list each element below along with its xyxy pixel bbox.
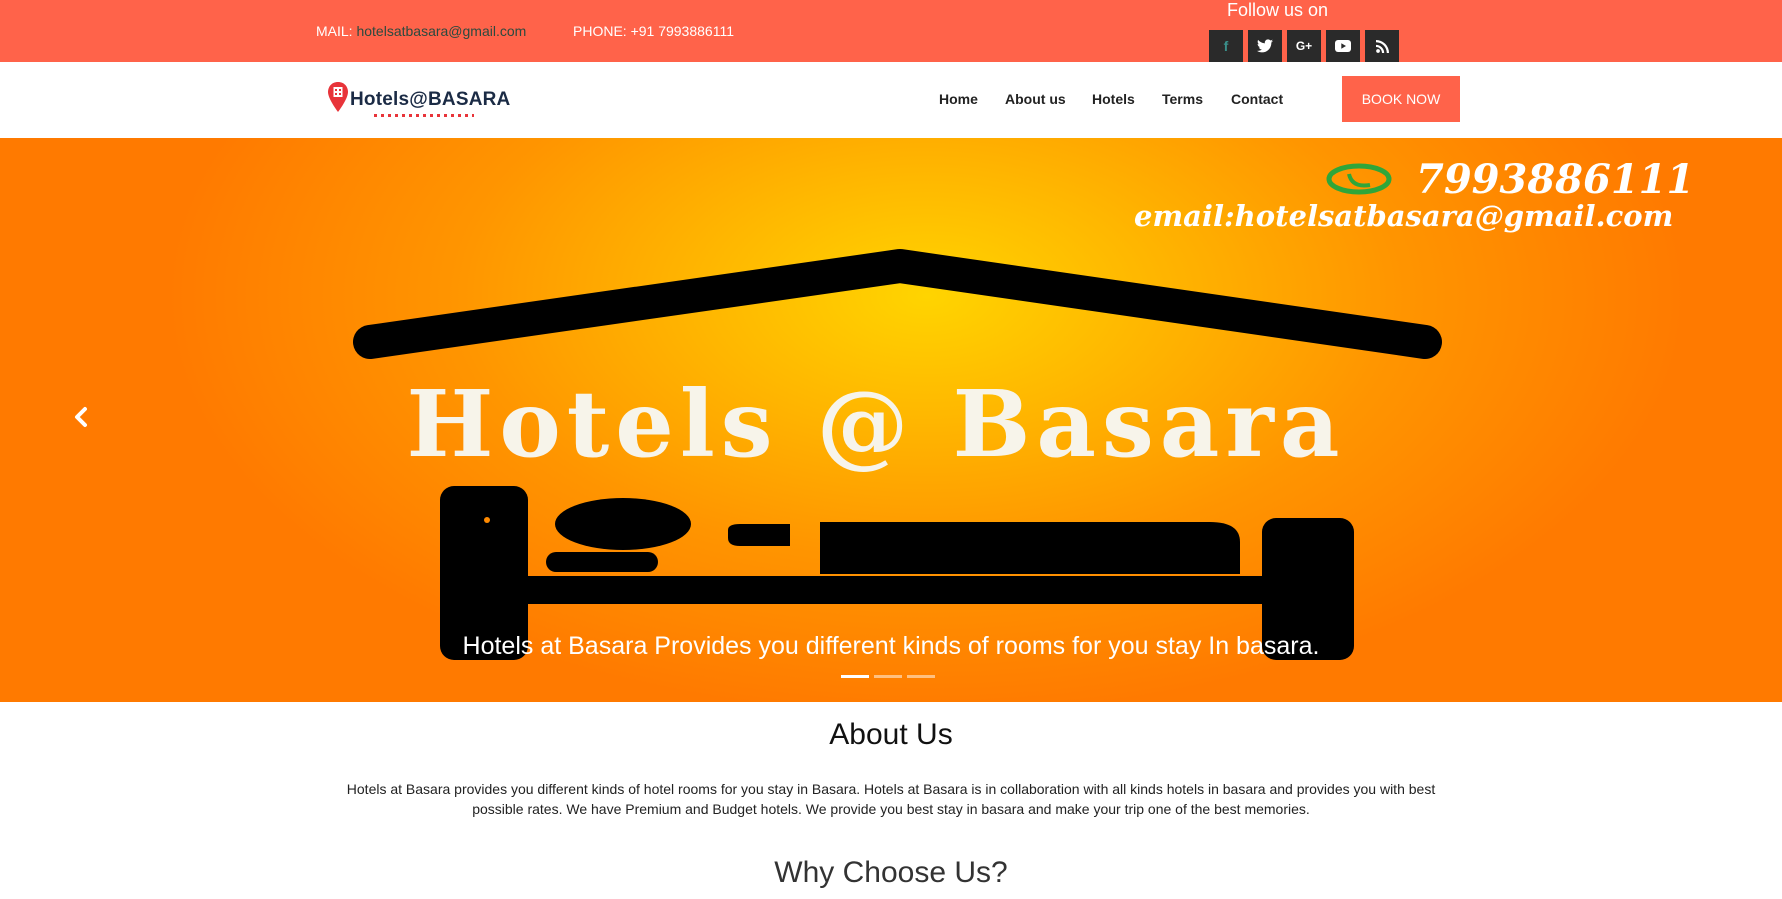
mail-label: MAIL: bbox=[316, 23, 353, 39]
carousel-indicator-3[interactable] bbox=[907, 675, 935, 678]
facebook-icon[interactable]: f bbox=[1209, 30, 1243, 62]
carousel-indicator-1[interactable] bbox=[841, 675, 869, 678]
facebook-glyph: f bbox=[1223, 38, 1229, 54]
logo-text: Hotels@BASARA bbox=[350, 89, 511, 110]
social-links: f G+ bbox=[1209, 30, 1399, 62]
carousel-caption: Hotels at Basara Provides you different … bbox=[462, 632, 1320, 660]
carousel-indicator-2[interactable] bbox=[874, 675, 902, 678]
google-plus-icon[interactable]: G+ bbox=[1287, 30, 1321, 62]
hero-phone: 7993886111 bbox=[1416, 156, 1694, 203]
nav-contact[interactable]: Contact bbox=[1231, 91, 1283, 107]
top-bar: MAIL: hotelsatbasara@gmail.com PHONE: +9… bbox=[0, 0, 1782, 62]
carousel-prev-chevron-icon[interactable] bbox=[66, 402, 96, 432]
hero-banner-art: Hotels @ Basara 7993886111 email:hotelsa… bbox=[353, 156, 1694, 660]
mail-info: MAIL: hotelsatbasara@gmail.com bbox=[316, 23, 526, 39]
nav-home[interactable]: Home bbox=[939, 91, 978, 107]
about-text: Hotels at Basara provides you different … bbox=[346, 781, 1436, 817]
nav-terms[interactable]: Terms bbox=[1162, 91, 1203, 107]
book-now-button[interactable]: BOOK NOW bbox=[1342, 76, 1460, 122]
why-choose-us-title: Why Choose Us? bbox=[774, 856, 1008, 889]
mail-link[interactable]: hotelsatbasara@gmail.com bbox=[356, 23, 526, 39]
hero-big-title: Hotels @ Basara bbox=[407, 370, 1346, 478]
whatsapp-icon bbox=[1326, 163, 1392, 195]
about-title: About Us bbox=[829, 718, 953, 751]
logo-underline-dots bbox=[374, 114, 474, 117]
hero-email: email:hotelsatbasara@gmail.com bbox=[1134, 199, 1673, 233]
nav-hotels[interactable]: Hotels bbox=[1092, 91, 1135, 107]
google-plus-glyph: G+ bbox=[1295, 39, 1313, 53]
rss-icon[interactable] bbox=[1365, 30, 1399, 62]
youtube-icon[interactable] bbox=[1326, 30, 1360, 62]
carousel-indicators bbox=[841, 675, 935, 678]
phone-info: PHONE: +91 7993886111 bbox=[573, 23, 734, 39]
main-navbar: Hotels@BASARA Home About us Hotels Terms… bbox=[0, 62, 1782, 138]
nav-about-us[interactable]: About us bbox=[1005, 91, 1066, 107]
twitter-icon[interactable] bbox=[1248, 30, 1282, 62]
hotel-pin-icon bbox=[328, 82, 348, 112]
hero-carousel: Hotels @ Basara 7993886111 email:hotelsa… bbox=[0, 138, 1782, 702]
follow-label: Follow us on bbox=[1227, 0, 1329, 20]
